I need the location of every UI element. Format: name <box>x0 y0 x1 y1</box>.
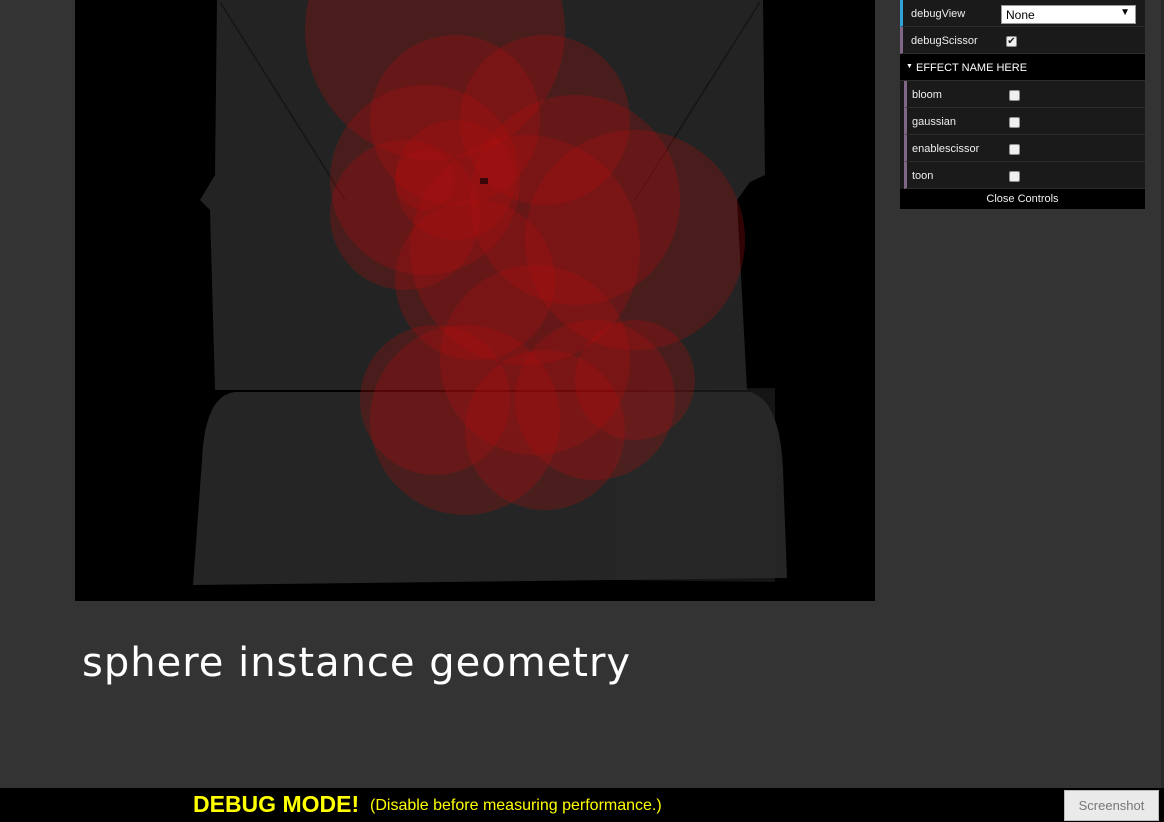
bloom-label: bloom <box>912 89 942 101</box>
enablescissor-label: enablescissor <box>912 143 980 155</box>
controls-panel: debugView None ▼ debugScissor ✔ ▼ EFFECT… <box>900 0 1145 209</box>
toon-checkbox[interactable] <box>1009 171 1020 182</box>
bloom-row: bloom <box>904 81 1145 108</box>
effect-folder-header[interactable]: ▼ EFFECT NAME HERE <box>900 54 1145 81</box>
debugscissor-checkbox[interactable]: ✔ <box>1006 36 1017 47</box>
enablescissor-row: enablescissor <box>904 135 1145 162</box>
gaussian-label: gaussian <box>912 116 957 128</box>
debugview-label: debugView <box>911 8 966 20</box>
gaussian-checkbox[interactable] <box>1009 117 1020 128</box>
toon-row: toon <box>904 162 1145 189</box>
page-caption: sphere instance geometry <box>82 640 632 686</box>
gaussian-row: gaussian <box>904 108 1145 135</box>
debugview-select[interactable]: None ▼ <box>1001 5 1136 24</box>
debugscissor-label: debugScissor <box>911 35 978 47</box>
debugscissor-row: debugScissor ✔ <box>900 27 1145 54</box>
folder-open-icon: ▼ <box>906 63 913 70</box>
scene-render <box>193 0 787 585</box>
debug-mode-title: DEBUG MODE! <box>193 791 360 817</box>
debugview-value: None <box>1006 8 1035 22</box>
close-controls-button[interactable]: Close Controls <box>900 189 1145 209</box>
effect-folder-title: EFFECT NAME HERE <box>916 62 1028 74</box>
bloom-checkbox[interactable] <box>1009 90 1020 101</box>
debug-mode-note: (Disable before measuring performance.) <box>370 797 662 814</box>
webgl-canvas[interactable] <box>75 0 875 601</box>
enablescissor-checkbox[interactable] <box>1009 144 1020 155</box>
debugview-row: debugView None ▼ <box>900 0 1145 27</box>
toon-label: toon <box>912 170 934 182</box>
debug-banner: DEBUG MODE! (Disable before measuring pe… <box>0 788 1164 822</box>
chevron-down-icon: ▼ <box>1120 7 1130 18</box>
screenshot-button[interactable]: Screenshot <box>1064 790 1159 821</box>
